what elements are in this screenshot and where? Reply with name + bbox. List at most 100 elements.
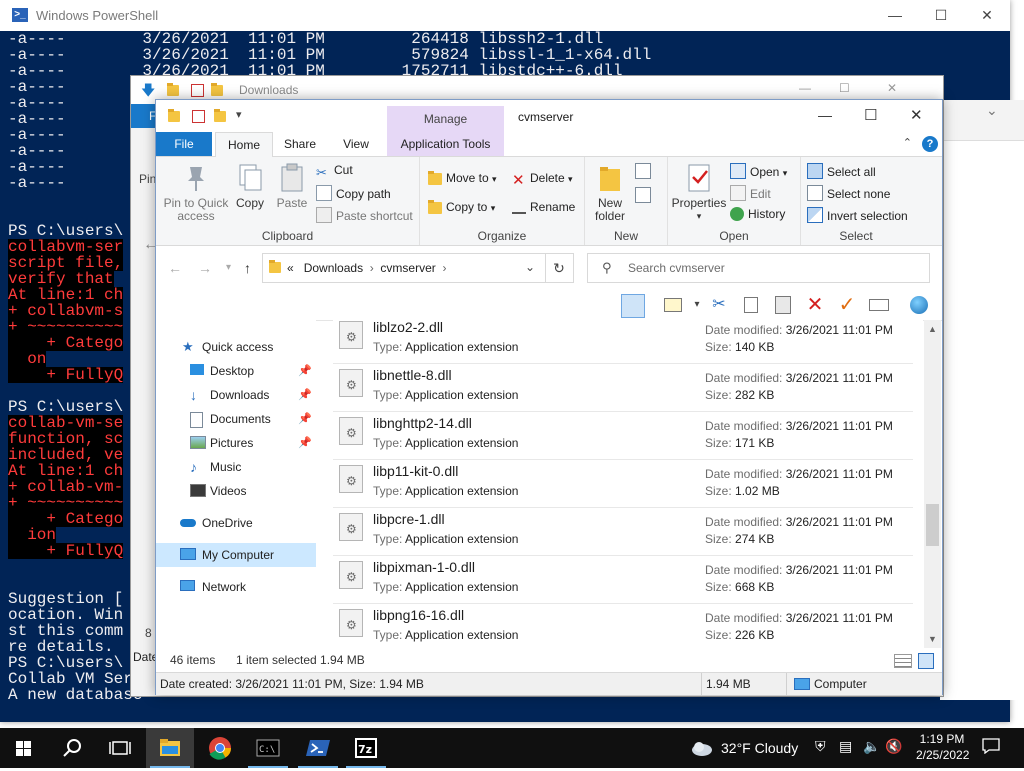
globe-icon[interactable]	[908, 294, 930, 316]
windows-security-icon[interactable]: ⛨	[815, 738, 826, 755]
notifications-button[interactable]	[982, 738, 1000, 757]
chevron-up-icon[interactable]: ⌃	[903, 136, 912, 149]
minimize-button[interactable]: —	[818, 107, 832, 123]
move-to-button[interactable]: Move to ▾	[428, 171, 497, 185]
chevron-down-icon[interactable]: ⌄	[986, 102, 998, 119]
sidebar-item-my-computer[interactable]: My Computer	[156, 543, 316, 567]
scroll-up-icon[interactable]: ▲	[928, 324, 937, 334]
properties-button[interactable]: Properties ▾	[670, 161, 728, 223]
paste-button[interactable]: Paste	[272, 161, 312, 210]
minimize-button[interactable]: —	[799, 81, 811, 95]
speaker-mute-icon[interactable]: 🔇	[885, 738, 902, 755]
paste-shortcut-button[interactable]: Paste shortcut	[316, 207, 413, 223]
vertical-scrollbar[interactable]: ▲ ▼	[924, 320, 941, 648]
pin-icon[interactable]: 📌	[298, 431, 312, 455]
list-item[interactable]: libpcre-1.dll Type: Application extensio…	[333, 508, 913, 556]
up-arrow-icon[interactable]: ↑	[244, 260, 251, 276]
list-item[interactable]: libnghttp2-14.dll Type: Application exte…	[333, 412, 913, 460]
list-item[interactable]: libpng16-16.dll Type: Application extens…	[333, 604, 913, 648]
recent-locations-icon[interactable]: ▾	[226, 262, 231, 273]
checkmark-icon[interactable]: ✓	[836, 294, 858, 316]
sidebar-item-quick-access[interactable]: ★ Quick access	[156, 335, 316, 359]
customize-qat-icon[interactable]: ▾	[236, 108, 242, 121]
sidebar-item-onedrive[interactable]: OneDrive	[156, 511, 316, 535]
chevron-right-icon[interactable]: ›	[370, 261, 374, 275]
chevron-right-icon[interactable]: ›	[442, 261, 446, 275]
weather-cloud-icon[interactable]	[690, 739, 714, 760]
select-none-button[interactable]: Select none	[807, 185, 890, 201]
network-status-icon[interactable]: ▤	[839, 738, 852, 755]
tab-share[interactable]: Share	[274, 132, 326, 156]
edit-button[interactable]: Edit	[730, 185, 771, 201]
delete-x-icon[interactable]: ✕	[804, 294, 826, 316]
sidebar-item-downloads[interactable]: ↓ Downloads 📌	[156, 383, 316, 407]
invert-selection-button[interactable]: Invert selection	[807, 207, 908, 223]
sidebar-item-documents[interactable]: Documents 📌	[156, 407, 316, 431]
file-explorer-window[interactable]: ▾ Manage cvmserver — ☐ ✕ File Home Share…	[155, 99, 943, 695]
scissors-icon[interactable]: ✂	[708, 294, 730, 316]
minimize-button[interactable]: —	[872, 0, 918, 31]
copy-path-button[interactable]: Copy path	[316, 185, 391, 201]
maximize-button[interactable]: ☐	[918, 0, 964, 31]
close-button[interactable]: ✕	[964, 0, 1010, 31]
forward-arrow-icon[interactable]: →	[198, 260, 212, 276]
tab-application-tools[interactable]: Application Tools	[387, 132, 504, 156]
7zip-taskbar-button[interactable]: 7z	[342, 728, 390, 768]
file-list[interactable]: liblzo2-2.dll Type: Application extensio…	[333, 320, 923, 648]
details-view-icon[interactable]	[894, 654, 912, 668]
powershell-titlebar[interactable]: >_ Windows PowerShell — ☐ ✕	[0, 0, 1010, 31]
task-view-button[interactable]	[96, 728, 144, 768]
history-button[interactable]: History	[730, 207, 785, 221]
scrollbar-thumb[interactable]	[926, 504, 939, 546]
breadcrumb-cvmserver[interactable]: cvmserver	[380, 261, 435, 275]
preview-pane-icon[interactable]	[621, 294, 645, 318]
file-explorer-taskbar-button[interactable]	[146, 728, 194, 768]
delete-button[interactable]: ✕ Delete ▾	[512, 171, 573, 188]
search-button[interactable]	[48, 728, 96, 768]
view-options-icon[interactable]	[662, 294, 684, 316]
pin-to-quick-access-button[interactable]: Pin to Quick access	[162, 161, 230, 223]
address-bar[interactable]: « Downloads › cvmserver › ⌄	[262, 253, 546, 283]
close-button[interactable]: ✕	[910, 106, 923, 124]
help-icon[interactable]: ?	[922, 136, 938, 152]
pin-icon[interactable]: 📌	[298, 383, 312, 407]
explorer-titlebar[interactable]: ▾ Manage cvmserver — ☐ ✕	[156, 100, 942, 132]
new-folder-icon[interactable]	[214, 109, 226, 122]
weather-text[interactable]: 32°F Cloudy	[721, 740, 798, 756]
large-icons-view-icon[interactable]	[918, 653, 934, 669]
list-item[interactable]: libpixman-1-0.dll Type: Application exte…	[333, 556, 913, 604]
tab-file[interactable]: File	[156, 132, 212, 156]
sidebar-item-pictures[interactable]: Pictures 📌	[156, 431, 316, 455]
new-folder-button[interactable]: New folder	[589, 161, 631, 223]
maximize-button[interactable]: ☐	[839, 81, 850, 95]
copy-to-button[interactable]: Copy to ▾	[428, 200, 495, 214]
dropdown-arrow-icon[interactable]: ▾	[686, 294, 708, 316]
list-item[interactable]: liblzo2-2.dll Type: Application extensio…	[333, 320, 913, 364]
paste-icon[interactable]	[772, 294, 794, 316]
list-item[interactable]: libp11-kit-0.dll Type: Application exten…	[333, 460, 913, 508]
chrome-taskbar-button[interactable]	[196, 728, 244, 768]
tab-home[interactable]: Home	[215, 132, 273, 158]
scroll-down-icon[interactable]: ▼	[928, 634, 937, 644]
search-input[interactable]: ⚲ Search cvmserver	[587, 253, 930, 283]
address-dropdown-icon[interactable]: ⌄	[525, 260, 535, 274]
easy-access-icon[interactable]	[635, 187, 651, 203]
clock[interactable]: 1:19 PM 2/25/2022	[916, 732, 969, 762]
copy-icon[interactable]	[740, 294, 762, 316]
rename-icon[interactable]	[868, 294, 890, 316]
sidebar-item-videos[interactable]: Videos	[156, 479, 316, 503]
pin-icon[interactable]: 📌	[298, 359, 312, 383]
breadcrumb-overflow[interactable]: «	[287, 261, 294, 275]
maximize-button[interactable]: ☐	[864, 106, 877, 124]
refresh-button[interactable]: ↻	[545, 253, 574, 283]
sidebar-item-network[interactable]: Network	[156, 575, 316, 599]
breadcrumb-downloads[interactable]: Downloads	[304, 261, 363, 275]
powershell-taskbar-button[interactable]	[294, 728, 342, 768]
pin-icon[interactable]: 📌	[298, 407, 312, 431]
cut-button[interactable]: ✂ Cut	[316, 163, 353, 180]
rename-button[interactable]: Rename	[512, 200, 575, 214]
pin-label[interactable]: Pin	[139, 172, 156, 186]
tab-manage[interactable]: Manage	[387, 106, 504, 132]
properties-icon[interactable]	[192, 110, 205, 123]
start-button[interactable]	[0, 728, 48, 768]
